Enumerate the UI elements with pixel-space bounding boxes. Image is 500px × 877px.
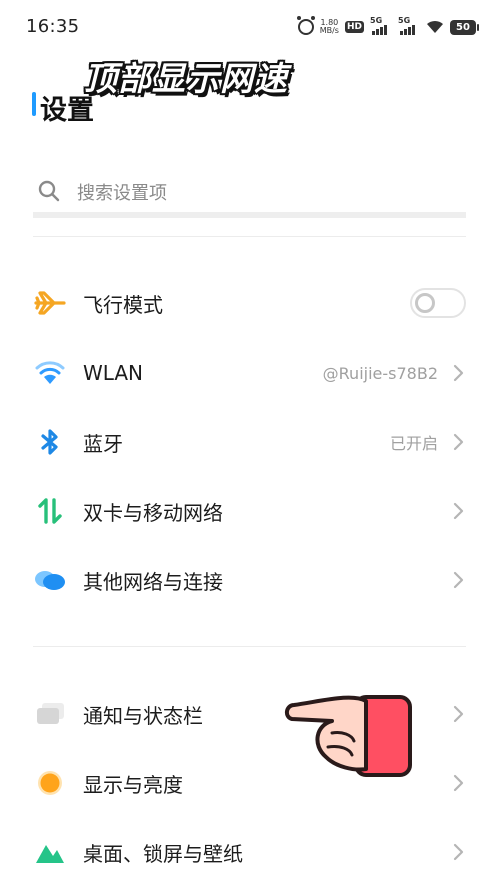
setting-label: 其他网络与连接 [83, 569, 223, 594]
chevron-right-icon [453, 502, 464, 520]
setting-label: 蓝牙 [83, 431, 123, 456]
search-icon [38, 180, 60, 202]
overlay-caption: 顶部显示网速 [84, 59, 288, 98]
status-icons: 1.80 MB/s HD 5G 5G 50 [296, 16, 479, 38]
setting-value: @Ruijie-s78B2 [322, 363, 438, 383]
search-input[interactable]: 搜索设置项 [77, 179, 167, 205]
search-bar[interactable]: 搜索设置项 [33, 168, 466, 218]
setting-airplane-mode[interactable]: 飞行模式 [33, 273, 466, 333]
chevron-right-icon [453, 774, 464, 792]
cloud-link-icon [33, 563, 67, 597]
sim2-network-type: 5G [398, 16, 411, 25]
setting-value: 已开启 [389, 434, 438, 453]
status-time: 16:35 [26, 16, 80, 37]
signal-icon: 5G [398, 16, 420, 37]
chevron-right-icon [453, 705, 464, 723]
airplane-mode-toggle[interactable] [410, 288, 466, 318]
sim1-network-type: 5G [370, 16, 383, 25]
network-speed: 1.80 MB/s [320, 19, 339, 35]
chevron-right-icon [453, 364, 464, 382]
wifi-icon [33, 356, 67, 390]
pointing-hand-icon [285, 695, 412, 777]
chevron-right-icon [453, 433, 464, 451]
setting-dual-sim[interactable]: 双卡与移动网络 [33, 481, 466, 541]
battery-icon: 50 [450, 19, 479, 35]
setting-desktop-wallpaper[interactable]: 桌面、锁屏与壁纸 [33, 822, 466, 877]
page-title: 设置 [40, 95, 94, 126]
chevron-right-icon [453, 843, 464, 861]
setting-label: WLAN [83, 361, 144, 385]
hd-icon: HD [344, 21, 364, 33]
setting-label: 桌面、锁屏与壁纸 [83, 841, 243, 866]
setting-wlan[interactable]: WLAN @Ruijie-s78B2 [33, 343, 466, 403]
divider [33, 646, 466, 647]
notification-icon [33, 697, 67, 731]
network-speed-unit: MB/s [319, 26, 339, 35]
setting-label: 双卡与移动网络 [83, 500, 223, 525]
toggle-knob [415, 293, 435, 313]
airplane-icon [33, 286, 67, 320]
setting-bluetooth[interactable]: 蓝牙 已开启 [33, 412, 466, 472]
chevron-right-icon [453, 571, 464, 589]
wallpaper-icon [33, 835, 67, 869]
bluetooth-icon [33, 425, 67, 459]
setting-label: 飞行模式 [83, 292, 163, 317]
status-bar: 16:35 1.80 MB/s HD 5G 5G 50 [0, 0, 500, 52]
alarm-icon [296, 16, 315, 35]
title-accent-bar [32, 92, 36, 116]
dual-sim-icon [33, 494, 67, 528]
divider [33, 236, 466, 237]
wifi-icon [427, 20, 443, 33]
signal-icon: 5G [370, 16, 392, 37]
brightness-icon [33, 766, 67, 800]
setting-other-networks[interactable]: 其他网络与连接 [33, 550, 466, 610]
